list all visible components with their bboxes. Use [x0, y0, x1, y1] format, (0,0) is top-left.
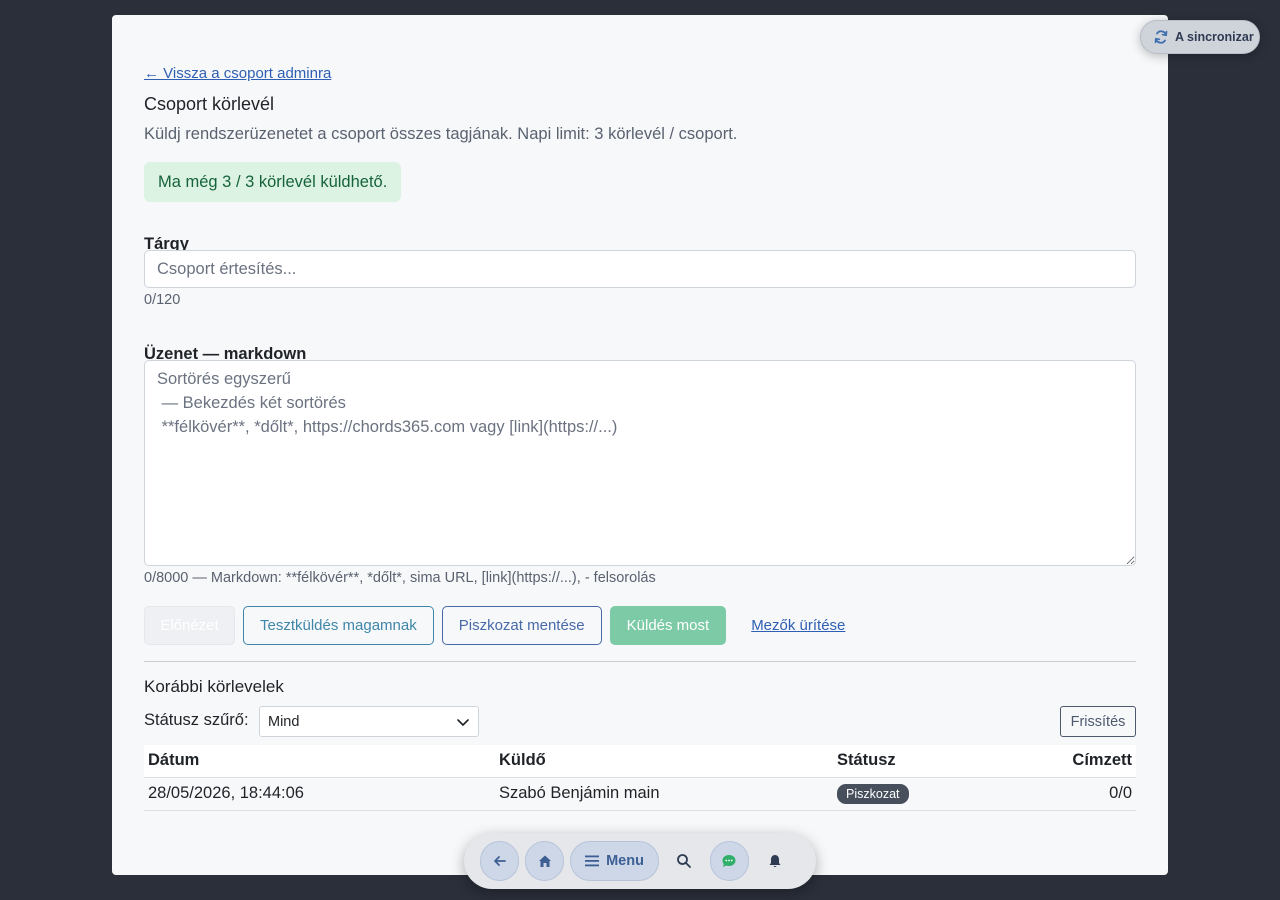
- status-badge: Piszkozat: [837, 783, 909, 804]
- sync-status-pill[interactable]: A sincronizar: [1140, 20, 1260, 54]
- refresh-button[interactable]: Frissítés: [1060, 706, 1136, 737]
- nav-home-button[interactable]: [525, 841, 565, 881]
- table-header-row: Dátum Küldő Státusz Címzett: [144, 745, 1136, 778]
- status-filter-select[interactable]: Mind: [259, 706, 479, 737]
- quota-alert: Ma még 3 / 3 körlevél küldhető.: [144, 162, 402, 202]
- save-draft-button[interactable]: Piszkozat mentése: [441, 606, 602, 645]
- table-row[interactable]: 28/05/2026, 18:44:06 Szabó Benjámin main…: [144, 777, 1136, 811]
- subject-counter: 0/120: [144, 292, 181, 308]
- nav-search-button[interactable]: [665, 841, 704, 881]
- row-status-cell: Piszkozat: [833, 777, 983, 811]
- menu-icon: [585, 855, 600, 867]
- page-subtitle: Küldj rendszerüzenetet a csoport összes …: [144, 125, 738, 143]
- status-filter-value: Mind: [268, 713, 300, 730]
- sync-icon: [1154, 30, 1168, 44]
- clear-fields-link[interactable]: Mezők ürítése: [751, 617, 845, 634]
- test-send-button[interactable]: Tesztküldés magamnak: [243, 606, 434, 645]
- nav-chat-button[interactable]: [709, 841, 749, 881]
- row-recipients: 0/0: [983, 777, 1136, 811]
- main-card: ← Vissza a csoport adminra Csoport körle…: [112, 15, 1168, 875]
- send-now-button[interactable]: Küldés most: [609, 606, 727, 645]
- preview-button[interactable]: Előnézet: [144, 606, 235, 645]
- section-divider: [144, 661, 1136, 662]
- action-buttons: Előnézet Tesztküldés magamnak Piszkozat …: [144, 606, 845, 645]
- home-icon: [538, 855, 551, 867]
- nav-menu-label: Menu: [606, 853, 644, 869]
- history-title: Korábbi körlevelek: [144, 677, 284, 696]
- message-textarea[interactable]: [144, 360, 1136, 566]
- subject-input[interactable]: [144, 250, 1136, 288]
- bottom-nav-bar: Menu: [464, 833, 816, 889]
- row-sender: Szabó Benjámin main: [495, 777, 833, 811]
- chat-icon: [722, 855, 736, 867]
- back-arrow-icon: [493, 856, 506, 866]
- row-date: 28/05/2026, 18:44:06: [144, 777, 495, 811]
- page-title: Csoport körlevél: [144, 94, 275, 114]
- history-table: Dátum Küldő Státusz Címzett 28/05/2026, …: [144, 745, 1136, 811]
- sync-label: A sincronizar: [1175, 30, 1254, 44]
- message-counter: 0/8000 — Markdown: **félkövér**, *dőlt*,…: [144, 570, 656, 586]
- nav-back-button[interactable]: [480, 841, 520, 881]
- nav-notifications-button[interactable]: [755, 841, 794, 881]
- nav-menu-button[interactable]: Menu: [570, 841, 659, 881]
- column-header-date: Dátum: [144, 745, 495, 778]
- bell-icon: [769, 855, 780, 868]
- back-to-admin-link[interactable]: ← Vissza a csoport adminra: [144, 65, 331, 82]
- chevron-down-icon: [457, 718, 469, 726]
- column-header-sender: Küldő: [495, 745, 833, 778]
- search-icon: [677, 854, 692, 868]
- column-header-status: Státusz: [833, 745, 983, 778]
- status-filter-label: Státusz szűrő:: [144, 711, 249, 729]
- column-header-recipients: Címzett: [983, 745, 1136, 778]
